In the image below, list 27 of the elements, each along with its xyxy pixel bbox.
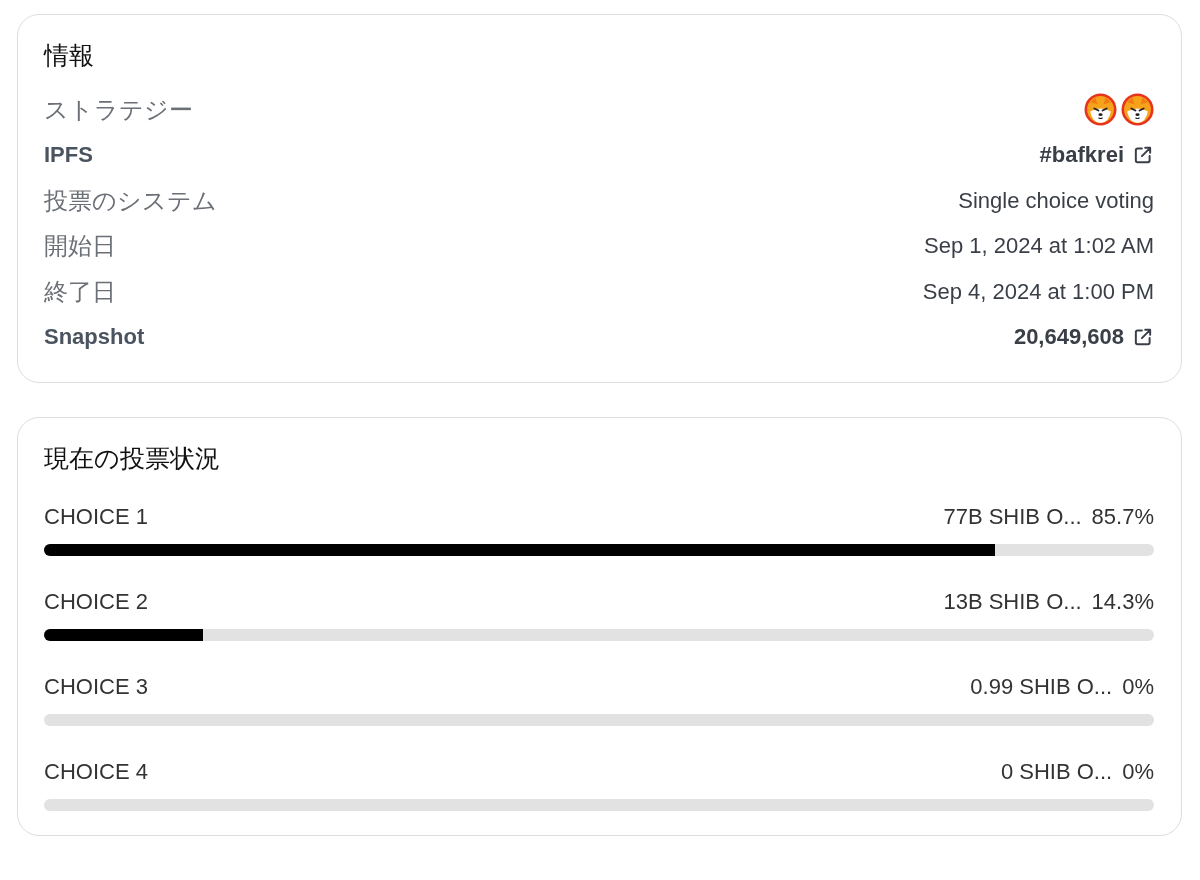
- info-label: Snapshot: [44, 324, 145, 351]
- info-label: 開始日: [44, 231, 116, 262]
- info-value: Sep 4, 2024 at 1:00 PM: [922, 278, 1154, 305]
- choice-name: CHOICE 1: [44, 504, 148, 530]
- card-title: 現在の投票状況: [44, 443, 221, 474]
- info-value: Sep 1, 2024 at 1:02 AM: [924, 233, 1154, 260]
- vote-percent: 0%: [1122, 759, 1154, 785]
- vote-amount: 0.99 SHIB O...: [970, 674, 1113, 700]
- info-label: ストラテジー: [44, 94, 193, 125]
- value-link[interactable]: 20,649,608: [1013, 324, 1154, 351]
- vote-amount: 13B SHIB O...: [943, 589, 1082, 615]
- vote-amount: 0 SHIB O...: [1000, 759, 1113, 785]
- choice-name: CHOICE 4: [44, 759, 148, 785]
- choice-name: CHOICE 3: [44, 674, 148, 700]
- vote-amount: 77B SHIB O...: [943, 504, 1082, 530]
- choice-name: CHOICE 2: [44, 589, 148, 615]
- info-label: 投票のシステム: [44, 185, 217, 216]
- vote-percent: 0%: [1122, 674, 1154, 700]
- value-link[interactable]: #bafkrei: [1039, 142, 1154, 169]
- info-label: IPFS: [44, 142, 93, 169]
- vote-percent: 85.7%: [1091, 504, 1154, 530]
- info-value: Single choice voting: [958, 187, 1154, 214]
- card-title: 情報: [44, 40, 95, 71]
- info-label: 終了日: [44, 276, 116, 307]
- dog-token-icon: [1084, 93, 1117, 127]
- dog-token-icon: [1121, 93, 1154, 127]
- vote-percent: 14.3%: [1091, 589, 1154, 615]
